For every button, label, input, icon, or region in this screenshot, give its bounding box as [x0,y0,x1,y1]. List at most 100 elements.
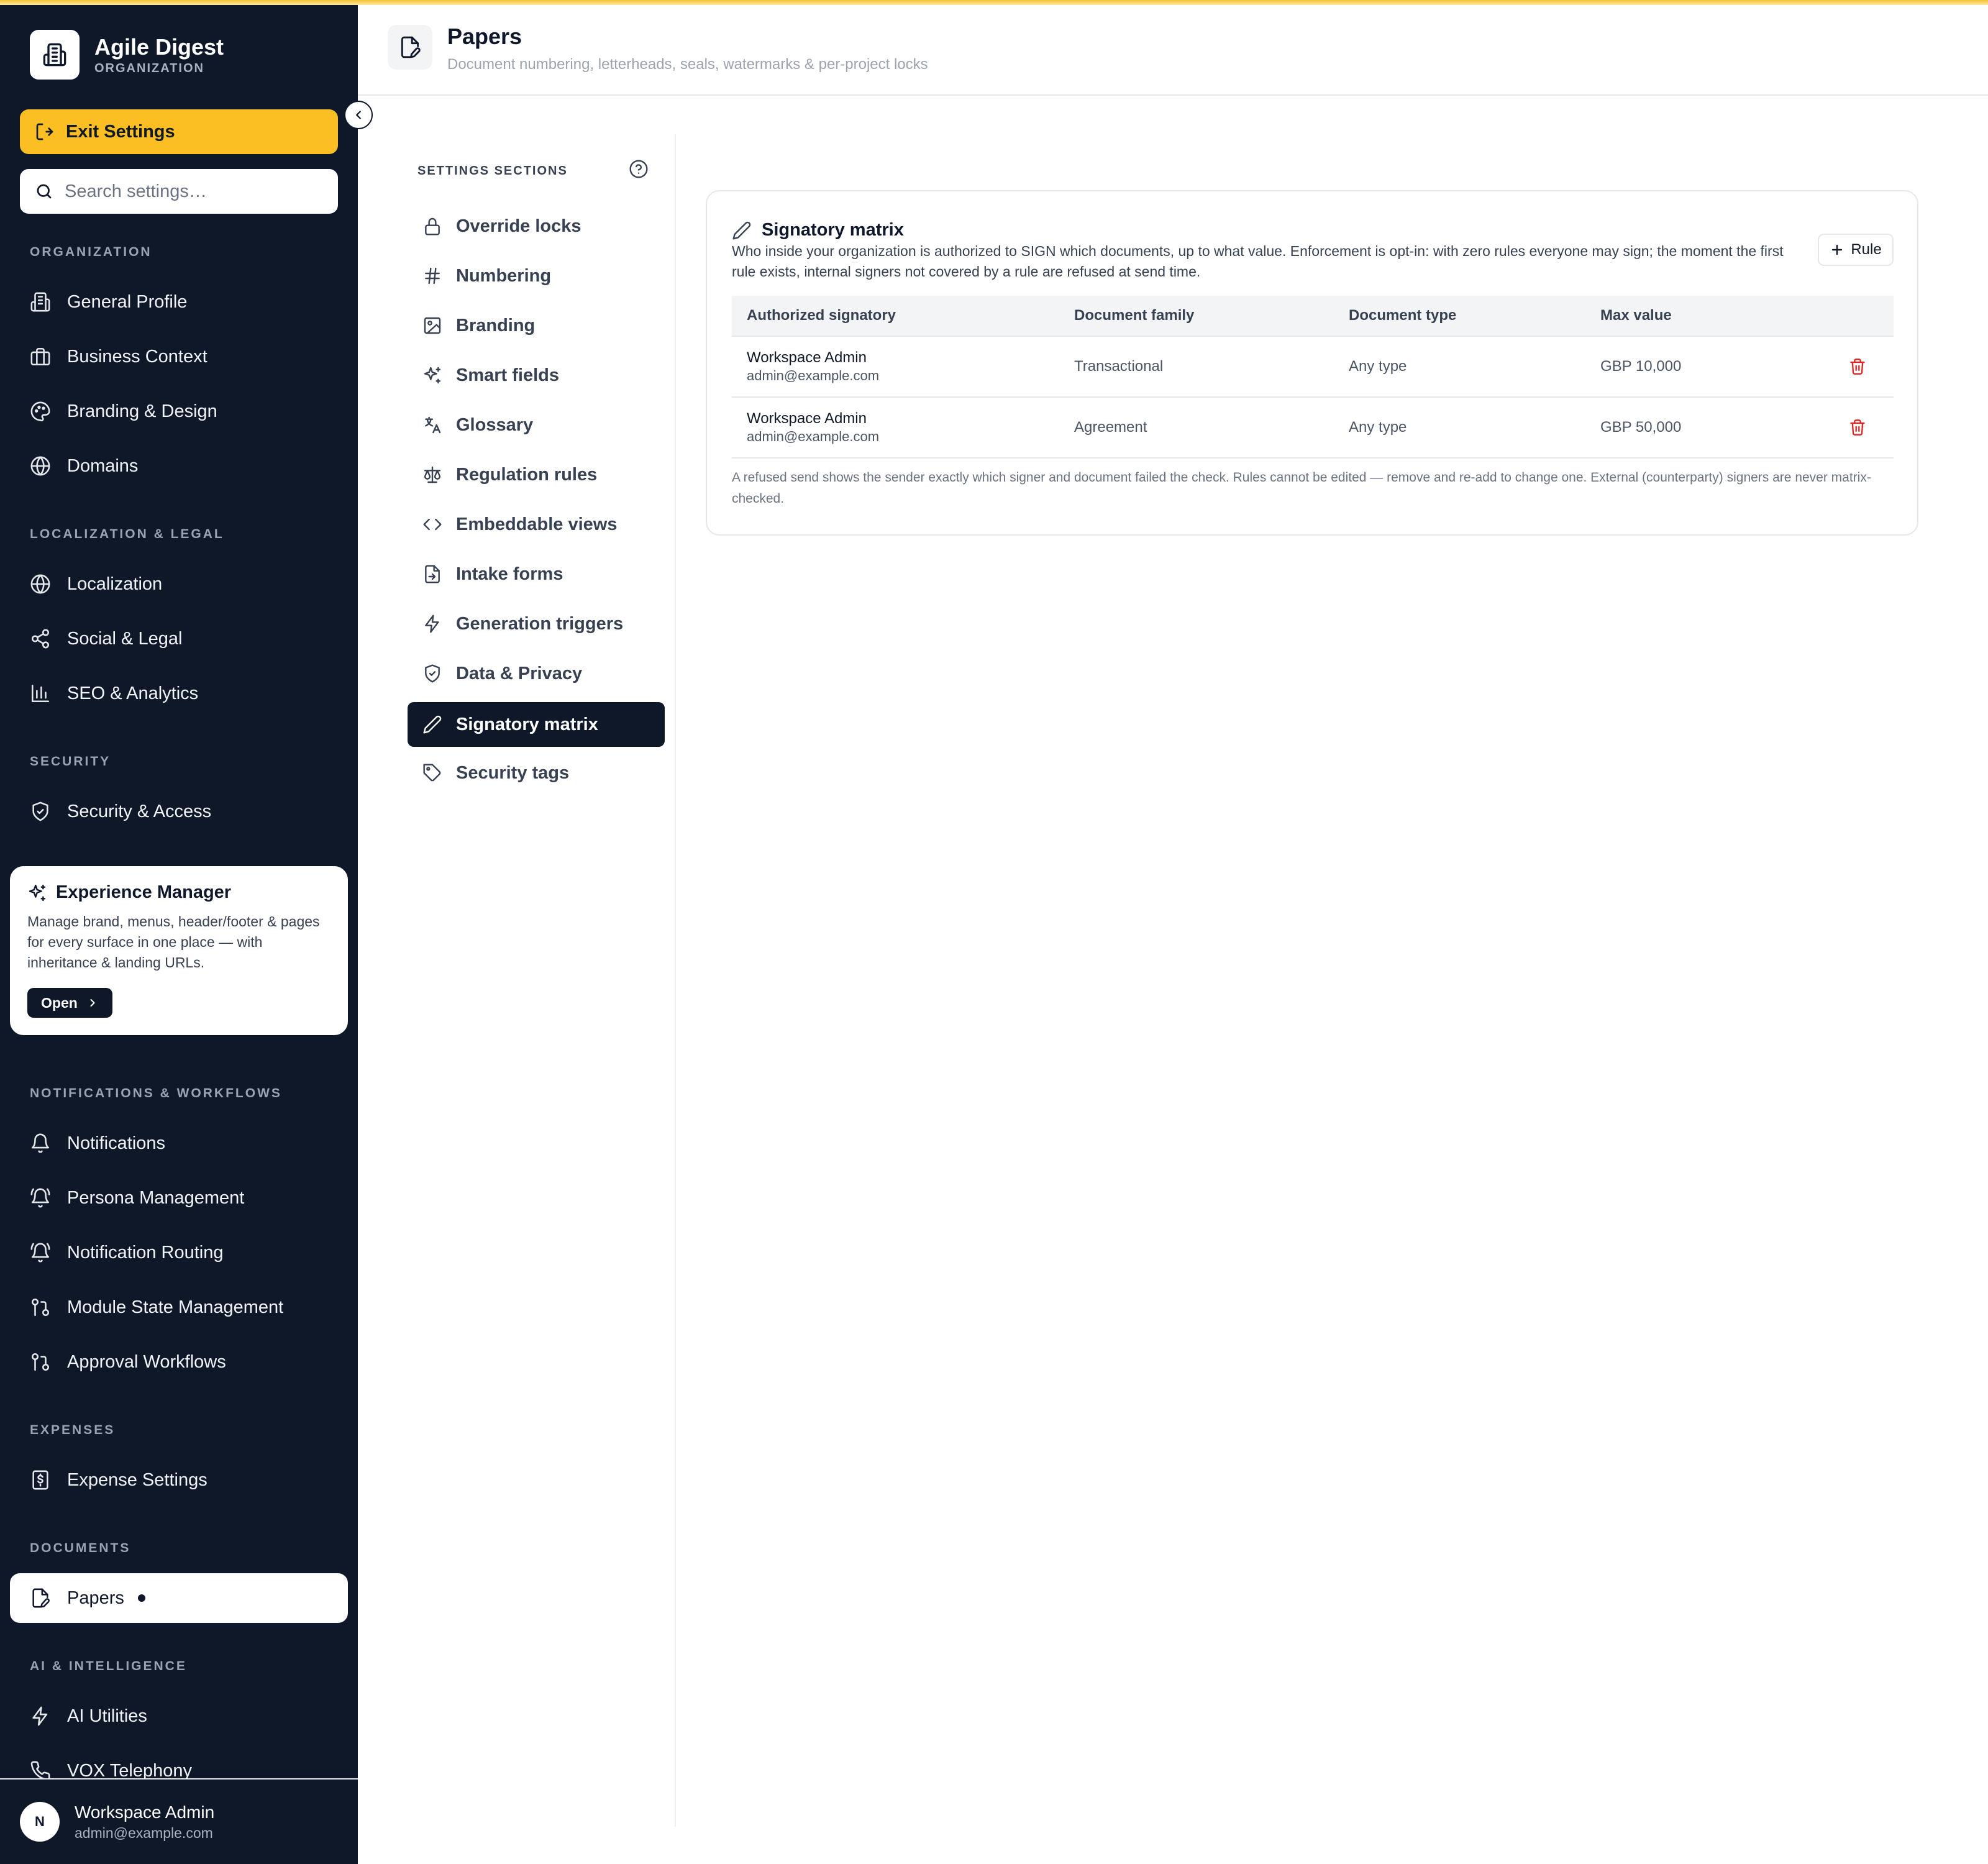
section-regulation-rules[interactable]: Regulation rules [408,452,665,497]
scale-icon [424,466,441,483]
nav-section-documents: DOCUMENTS [30,1541,131,1555]
sidebar-item-label: Expense Settings [67,1469,207,1490]
section-label: Numbering [456,265,552,286]
sidebar-item-general-profile[interactable]: General Profile [30,283,187,321]
section-smart-fields[interactable]: Smart fields [408,353,665,398]
shield-check-icon [32,802,48,821]
sidebar-item-security-access[interactable]: Security & Access [30,793,211,830]
globe-icon [30,456,50,476]
sidebar-item-seo-analytics[interactable]: SEO & Analytics [30,675,198,712]
column-header: Authorized signatory [747,307,896,324]
card-title-text: Signatory matrix [762,220,904,240]
section-label: Generation triggers [456,613,624,634]
user-name: Workspace Admin [75,1802,215,1822]
section-label: Security tags [456,762,570,783]
help-circle-icon[interactable] [629,159,649,179]
table-row: Workspace Admin admin@example.com Transa… [732,337,1894,398]
user-profile[interactable]: N Workspace Admin admin@example.com [0,1778,358,1864]
section-generation-triggers[interactable]: Generation triggers [408,601,665,646]
brand: Agile Digest ORGANIZATION [30,30,224,80]
sidebar-item-expense-settings[interactable]: Expense Settings [30,1461,207,1499]
exit-settings-label: Exit Settings [66,121,175,142]
git-pull-request-icon [31,1353,50,1371]
trash-icon [1850,419,1865,436]
section-glossary[interactable]: Glossary [408,403,665,447]
document-type: Any type [1349,419,1407,436]
file-input-icon [425,565,440,583]
column-header: Document family [1074,307,1195,324]
sidebar-item-approval-workflows[interactable]: Approval Workflows [30,1343,226,1381]
signatory-email: admin@example.com [747,429,880,444]
nav-section-expenses: EXPENSES [30,1423,116,1437]
section-label: Smart fields [456,365,559,385]
bell-ring-icon [30,1188,50,1208]
bar-chart-icon [31,684,50,703]
page-subtitle: Document numbering, letterheads, seals, … [447,56,928,73]
sidebar-item-ai-utilities[interactable]: AI Utilities [30,1697,147,1735]
sidebar-item-persona-management[interactable]: Persona Management [30,1179,244,1217]
sidebar-item-module-state[interactable]: Module State Management [30,1289,283,1326]
sparkles-icon [424,367,441,384]
sidebar-item-label: Business Context [67,346,207,367]
plus-icon [1832,244,1843,255]
top-accent-bar [0,0,1988,5]
experience-open-button[interactable]: Open [27,988,112,1018]
column-header: Max value [1600,307,1672,324]
section-signatory-matrix[interactable]: Signatory matrix [408,702,665,747]
brand-subtitle: ORGANIZATION [94,62,204,75]
signatory-name: Workspace Admin [747,349,867,366]
card-description: Who inside your organization is authoriz… [732,243,1784,280]
sidebar-item-papers[interactable]: Papers [10,1573,348,1623]
sidebar-item-label: Notifications [67,1133,165,1153]
chevron-left-icon [356,111,361,119]
section-data-privacy[interactable]: Data & Privacy [408,651,665,696]
nav-section-security: SECURITY [30,754,111,769]
section-numbering[interactable]: Numbering [408,254,665,298]
section-embeddable-views[interactable]: Embeddable views [408,502,665,547]
settings-search [20,169,338,214]
sidebar-item-localization[interactable]: Localization [30,565,162,603]
section-label: Signatory matrix [456,714,598,734]
image-icon [424,317,441,334]
tag-icon [423,764,441,782]
signatory-email: admin@example.com [747,368,880,383]
sidebar-item-label: Approval Workflows [67,1351,226,1372]
add-rule-button[interactable]: Rule [1818,234,1894,266]
sidebar: Agile Digest ORGANIZATION Exit Settings … [0,0,358,1864]
pen-icon [423,715,442,734]
section-security-tags[interactable]: Security tags [408,751,665,795]
section-label: Glossary [456,414,534,435]
nav-section-localization: LOCALIZATION & LEGAL [30,527,224,541]
section-label: Branding [456,315,536,336]
section-intake-forms[interactable]: Intake forms [408,552,665,596]
sidebar-item-label: General Profile [67,291,188,312]
document-family: Agreement [1074,419,1147,436]
section-label: Override locks [456,216,581,236]
sidebar-item-notifications[interactable]: Notifications [30,1125,165,1162]
sidebar-item-notification-routing[interactable]: Notification Routing [30,1234,223,1271]
translate-icon [425,416,441,434]
globe-icon [30,574,50,594]
delete-rule-button[interactable] [1849,358,1866,375]
log-out-icon [36,123,53,140]
section-override-locks[interactable]: Override locks [408,204,665,249]
sidebar-item-branding-design[interactable]: Branding & Design [30,393,217,430]
experience-description: Manage brand, menus, header/footer & pag… [27,913,320,971]
signatory-matrix-card: Signatory matrix Who inside your organiz… [706,190,1918,536]
exit-settings-button[interactable]: Exit Settings [20,109,338,154]
document-type: Any type [1349,358,1407,375]
table-header: Authorized signatory Document family Doc… [732,296,1894,337]
receipt-icon [32,1470,48,1490]
sidebar-item-social-legal[interactable]: Social & Legal [30,620,182,657]
share-icon [31,629,50,649]
collapse-sidebar-button[interactable] [344,101,373,129]
user-email: admin@example.com [75,1825,213,1841]
search-input[interactable] [65,181,326,202]
delete-rule-button[interactable] [1849,419,1866,436]
sidebar-item-label: SEO & Analytics [67,683,199,703]
section-branding[interactable]: Branding [408,303,665,348]
section-label: Data & Privacy [456,663,583,683]
sidebar-item-domains[interactable]: Domains [30,447,138,485]
experience-open-label: Open [41,994,78,1011]
sidebar-item-business-context[interactable]: Business Context [30,338,207,375]
